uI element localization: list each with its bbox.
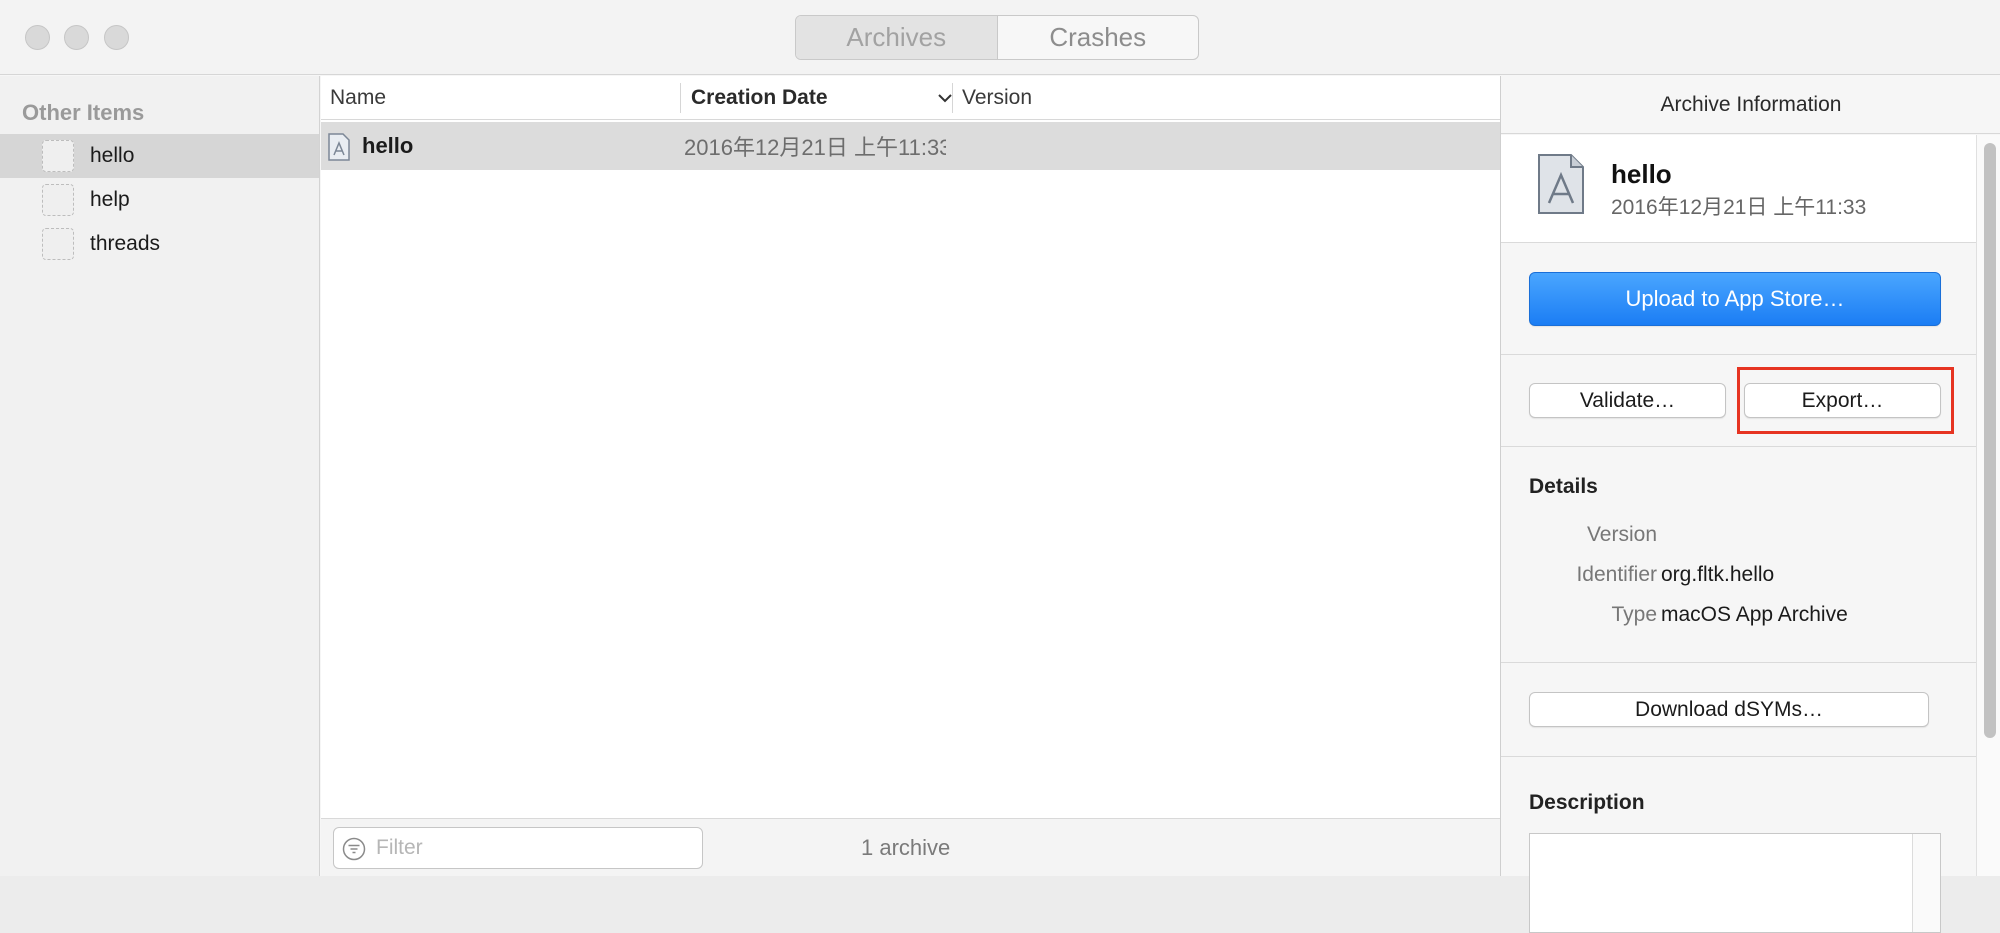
table-row[interactable]: hello 2016年12月21日 上午11:33 <box>321 122 1500 170</box>
sidebar-item-label: threads <box>90 232 161 255</box>
app-archive-icon <box>1538 154 1584 214</box>
sidebar-item-label: hello <box>90 144 135 167</box>
sidebar-heading: Other Items <box>22 100 145 125</box>
close-window-button[interactable] <box>25 25 50 50</box>
title-bar: Archives Crashes <box>0 0 2000 75</box>
validate-button[interactable]: Validate… <box>1529 383 1726 418</box>
column-header: Name Creation Date Version <box>321 76 1500 120</box>
column-divider[interactable] <box>680 83 681 113</box>
sidebar-item-hello[interactable]: hello <box>0 134 319 178</box>
upload-section: Upload to App Store… <box>1501 243 1976 355</box>
column-name[interactable]: Name <box>330 76 386 120</box>
scroll-thumb[interactable] <box>1984 143 1996 738</box>
download-dsyms-button[interactable]: Download dSYMs… <box>1529 692 1929 727</box>
details-section: Details Version Identifier org.fltk.hell… <box>1501 447 1976 663</box>
column-divider[interactable] <box>952 83 953 113</box>
filter-icon <box>342 837 366 861</box>
app-placeholder-icon <box>42 140 74 172</box>
details-heading: Details <box>1529 475 1598 498</box>
archive-summary: hello 2016年12月21日 上午11:33 <box>1501 135 1976 243</box>
archives-crashes-segmented-control: Archives Crashes <box>795 15 1199 60</box>
inspector-scrollbar[interactable] <box>1976 135 2000 876</box>
archive-name: hello <box>1611 159 1672 189</box>
description-scrollbar[interactable] <box>1912 834 1940 932</box>
tab-archives[interactable]: Archives <box>796 16 998 59</box>
version-key: Version <box>1586 523 1657 546</box>
sidebar-item-help[interactable]: help <box>0 178 319 222</box>
zoom-window-button[interactable] <box>104 25 129 50</box>
column-version[interactable]: Version <box>962 76 1032 120</box>
column-creation-date[interactable]: Creation Date <box>691 76 953 120</box>
app-archive-icon <box>328 133 350 161</box>
identifier-key: Identifier <box>1576 563 1657 586</box>
sidebar-item-label: help <box>90 188 130 211</box>
actions-section: Validate… Export… <box>1501 355 1976 447</box>
identifier-value: org.fltk.hello <box>1661 563 1775 586</box>
row-name: hello <box>362 133 414 158</box>
organizer-window: Archives Crashes Other Items hello help … <box>0 0 2000 933</box>
filter-field[interactable] <box>333 827 703 869</box>
archive-list: Name Creation Date Version hello 2016年12… <box>321 76 1500 876</box>
filter-input[interactable] <box>376 830 696 866</box>
column-creation-date-label: Creation Date <box>691 86 828 109</box>
export-highlight-box <box>1737 367 1954 434</box>
panel-title: Archive Information <box>1501 76 2000 134</box>
archive-date: 2016年12月21日 上午11:33 <box>1611 196 1867 219</box>
inspector-content[interactable]: hello 2016年12月21日 上午11:33 Upload to App … <box>1501 135 1976 933</box>
row-creation-date: 2016年12月21日 上午11:33 <box>684 135 946 160</box>
archive-count: 1 archive <box>861 835 951 860</box>
sort-chevron-down-icon <box>938 94 952 103</box>
description-heading: Description <box>1529 791 1645 814</box>
list-bottom-bar: 1 archive <box>321 818 1500 876</box>
minimize-window-button[interactable] <box>64 25 89 50</box>
app-placeholder-icon <box>42 228 74 260</box>
dsyms-section: Download dSYMs… <box>1501 663 1976 757</box>
app-placeholder-icon <box>42 184 74 216</box>
type-key: Type <box>1611 603 1657 626</box>
description-textarea[interactable] <box>1529 833 1941 933</box>
tab-crashes[interactable]: Crashes <box>998 16 1199 59</box>
upload-to-app-store-button[interactable]: Upload to App Store… <box>1529 272 1941 326</box>
archive-information-panel: Archive Information hello 2016年12月21日 上午… <box>1500 76 2000 933</box>
sidebar: Other Items hello help threads <box>0 76 320 876</box>
sidebar-item-threads[interactable]: threads <box>0 222 319 266</box>
type-value: macOS App Archive <box>1661 603 1848 626</box>
